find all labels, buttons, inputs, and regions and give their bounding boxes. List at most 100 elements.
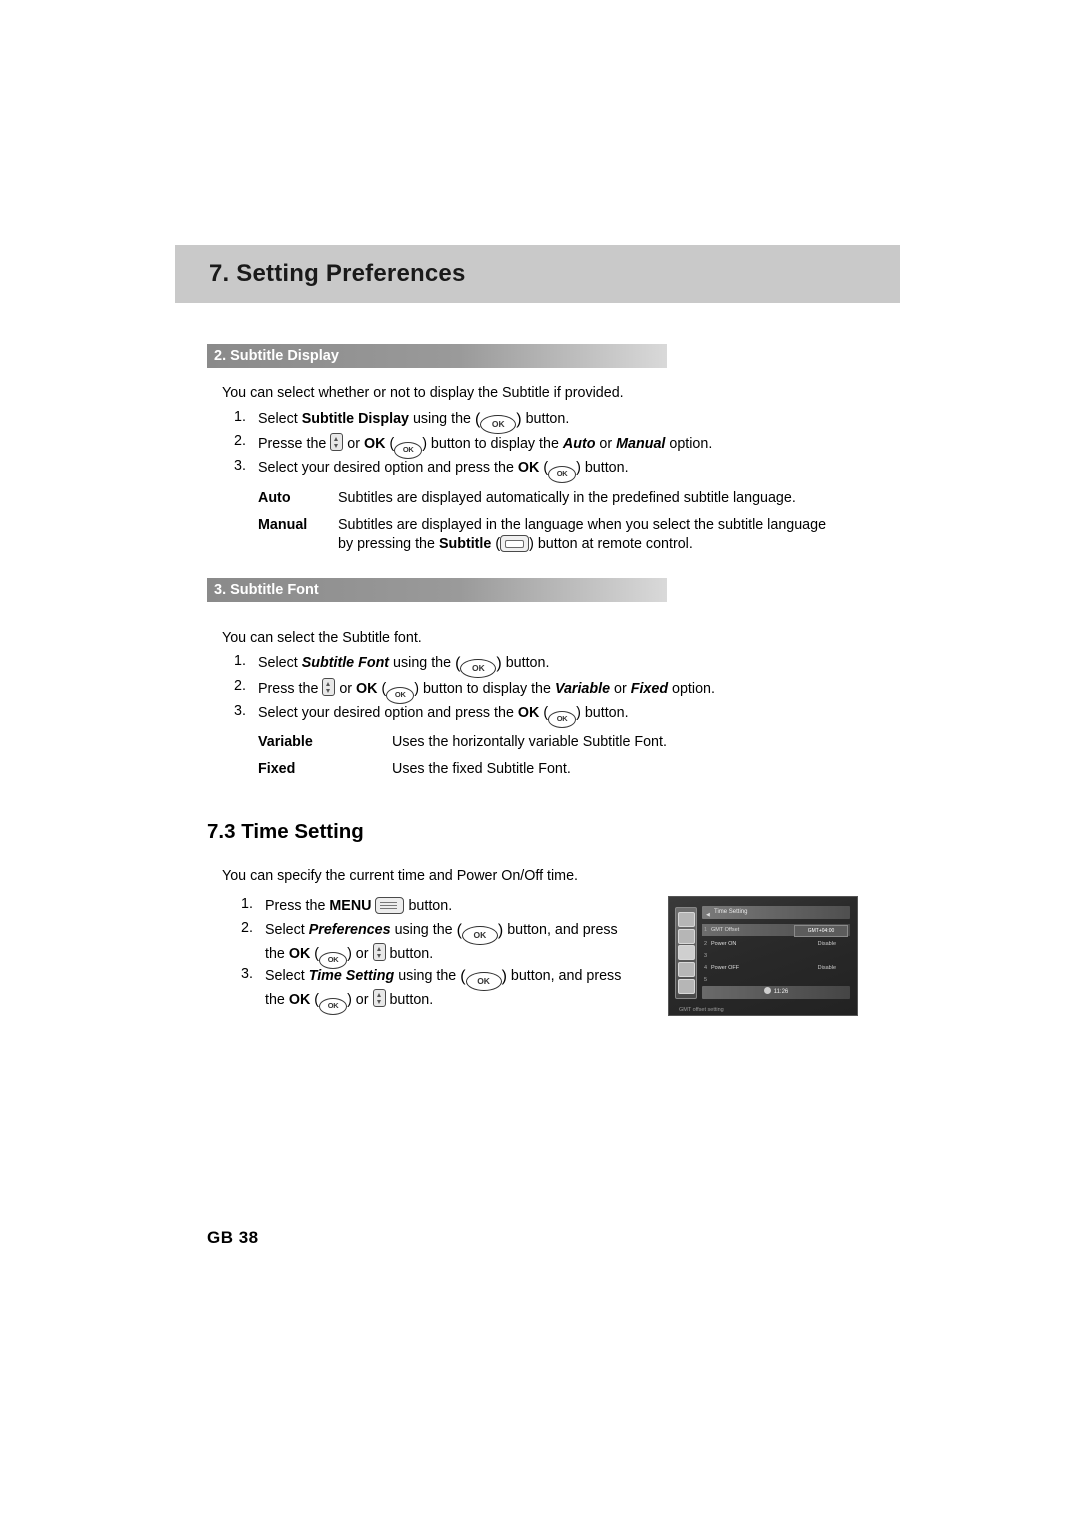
osd-screenshot: Time Setting 1 GMT Offset GMT+04:00 2 Po… <box>668 896 858 1016</box>
step-text-fragment: or <box>343 436 364 452</box>
osd-sidebar-icon <box>677 962 695 978</box>
step-text-bolditalic: Manual <box>616 436 666 452</box>
up-down-key-icon <box>330 433 344 451</box>
osd-row-label: Power OFF <box>711 965 740 971</box>
step-text-bolditalic: Auto <box>562 436 596 452</box>
definition-term-manual: Manual <box>258 517 308 533</box>
step-number: 2. <box>234 433 246 449</box>
step-text-fragment: using the <box>390 922 457 938</box>
step-text-fragment: Select <box>258 655 302 671</box>
step-text-fragment: Press the <box>265 898 330 914</box>
step-number: 1. <box>234 653 246 669</box>
osd-sidebar-icon-selected <box>677 945 695 961</box>
osd-row-number: 4 <box>704 965 708 971</box>
osd-sidebar-icon <box>677 979 695 995</box>
osd-row-value: GMT+04:00 <box>794 925 848 937</box>
step-number: 2. <box>241 920 253 936</box>
osd-row-number: 1 <box>704 927 708 933</box>
time-setting-intro: You can specify the current time and Pow… <box>222 868 579 884</box>
definition-text-auto: Subtitles are displayed automatically in… <box>338 490 796 506</box>
section-header-subtitle-font: 3. Subtitle Font <box>207 578 667 602</box>
osd-row-number: 5 <box>704 977 708 983</box>
definition-term-fixed: Fixed <box>258 761 296 777</box>
step-text-press-updown-ok: Presse the or OK (OK) button to display … <box>258 433 712 459</box>
step-text-fragment: button. <box>501 655 550 671</box>
step-text-bold: OK <box>364 436 386 452</box>
ok-key-icon: OK <box>461 926 498 945</box>
up-down-key-icon <box>372 943 386 961</box>
osd-sidebar-icon <box>677 911 695 927</box>
up-down-key-icon <box>322 678 336 696</box>
section-intro-subtitle-display: You can select whether or not to display… <box>222 385 624 401</box>
definition-term-auto: Auto <box>258 490 291 506</box>
step-text-bold: OK <box>288 992 311 1008</box>
step-text-literal: ) button to display the <box>422 436 563 452</box>
step-text-fragment: button. <box>385 992 434 1008</box>
step-text-bold: OK <box>356 681 378 697</box>
osd-row-value: Disable <box>817 965 836 971</box>
definition-text-manual-line1: Subtitles are displayed in the language … <box>338 517 827 533</box>
ok-key-icon: OK <box>548 466 577 483</box>
step-text-fragment: option. <box>665 436 713 452</box>
step-text-fragment: or <box>610 681 631 697</box>
paren-open: ( <box>460 968 466 985</box>
section-intro-subtitle-font: You can select the Subtitle font. <box>222 630 422 646</box>
section-header-subtitle-display: 2. Subtitle Display <box>207 344 667 368</box>
step-text-literal: ) button. <box>576 705 629 721</box>
osd-row-power-on: 2 Power ON Disable <box>702 938 850 950</box>
subsection-heading-time-setting: 7.3 Time Setting <box>207 820 364 843</box>
step-text-fragment: button. <box>404 898 453 914</box>
step-text-fragment: Select <box>265 968 309 984</box>
step-text-fragment: option. <box>668 681 715 697</box>
step-number: 3. <box>234 703 246 719</box>
definition-text-fragment: by pressing the <box>338 536 439 552</box>
step-number: 1. <box>241 896 253 912</box>
subtitle-key-icon <box>500 535 530 552</box>
ok-key-icon: OK <box>480 415 517 434</box>
step-text-bold: Subtitle Display <box>301 411 409 427</box>
step-text-fragment: or <box>595 436 617 452</box>
step-text-fragment: or <box>335 681 357 697</box>
ok-key-icon: OK <box>460 659 497 678</box>
clock-icon <box>763 987 771 994</box>
step-text-bold: OK <box>517 705 540 721</box>
osd-icon-sidebar <box>675 907 697 999</box>
menu-key-icon <box>375 897 405 914</box>
step-text-fragment: Select your desired option and press the <box>258 460 518 476</box>
page-footer: GB 38 <box>207 1228 259 1247</box>
chapter-header-bar: 7. Setting Preferences <box>175 245 900 303</box>
osd-row-blank: 3 <box>702 950 850 962</box>
section-heading-label: 3. Subtitle Font <box>214 582 319 598</box>
time-step-3-line2: the OK (OK) or button. <box>265 989 433 1015</box>
osd-row-value: Disable <box>817 941 836 947</box>
ok-key-icon: OK <box>465 972 502 991</box>
step-text-fragment: Select <box>265 922 309 938</box>
step-text-bolditalic: Fixed <box>630 681 669 697</box>
definition-text-bold: Subtitle <box>438 536 492 552</box>
step-text-fragment: using the <box>408 411 475 427</box>
osd-clock-bar: 11:26 <box>702 986 850 999</box>
osd-clock-time: 11:26 <box>773 989 789 995</box>
step-text-fragment: Select your desired option and press the <box>258 705 518 721</box>
time-step-3-line1: Select Time Setting using the (OK) butto… <box>265 966 621 991</box>
step-text-fragment: button. <box>385 946 434 962</box>
osd-row-blank: 5 <box>702 974 850 986</box>
osd-row-power-off: 4 Power OFF Disable <box>702 962 850 974</box>
section-heading-label: 2. Subtitle Display <box>214 348 339 364</box>
osd-row-number: 2 <box>704 941 708 947</box>
menu-label: MENU <box>329 898 372 914</box>
ok-key-icon: OK <box>386 687 415 704</box>
step-text-fragment: button, and press <box>506 968 622 984</box>
step-text-select-subtitle-font: Select Subtitle Font using the (OK) butt… <box>258 653 549 678</box>
step-number: 3. <box>234 458 246 474</box>
step-text-fragment: Press the <box>258 681 323 697</box>
step-text-bolditalic: Preferences <box>308 922 391 938</box>
step-text-fragment: or <box>351 992 373 1008</box>
step-text-fragment: using the <box>389 655 456 671</box>
ok-key-icon: OK <box>548 711 577 728</box>
time-step-1-text: Press the MENU button. <box>265 896 452 916</box>
step-text-fragment: or <box>351 946 373 962</box>
step-number: 2. <box>234 678 246 694</box>
step-text-select-option: Select your desired option and press the… <box>258 458 629 483</box>
step-text-bolditalic: Time Setting <box>308 968 395 984</box>
